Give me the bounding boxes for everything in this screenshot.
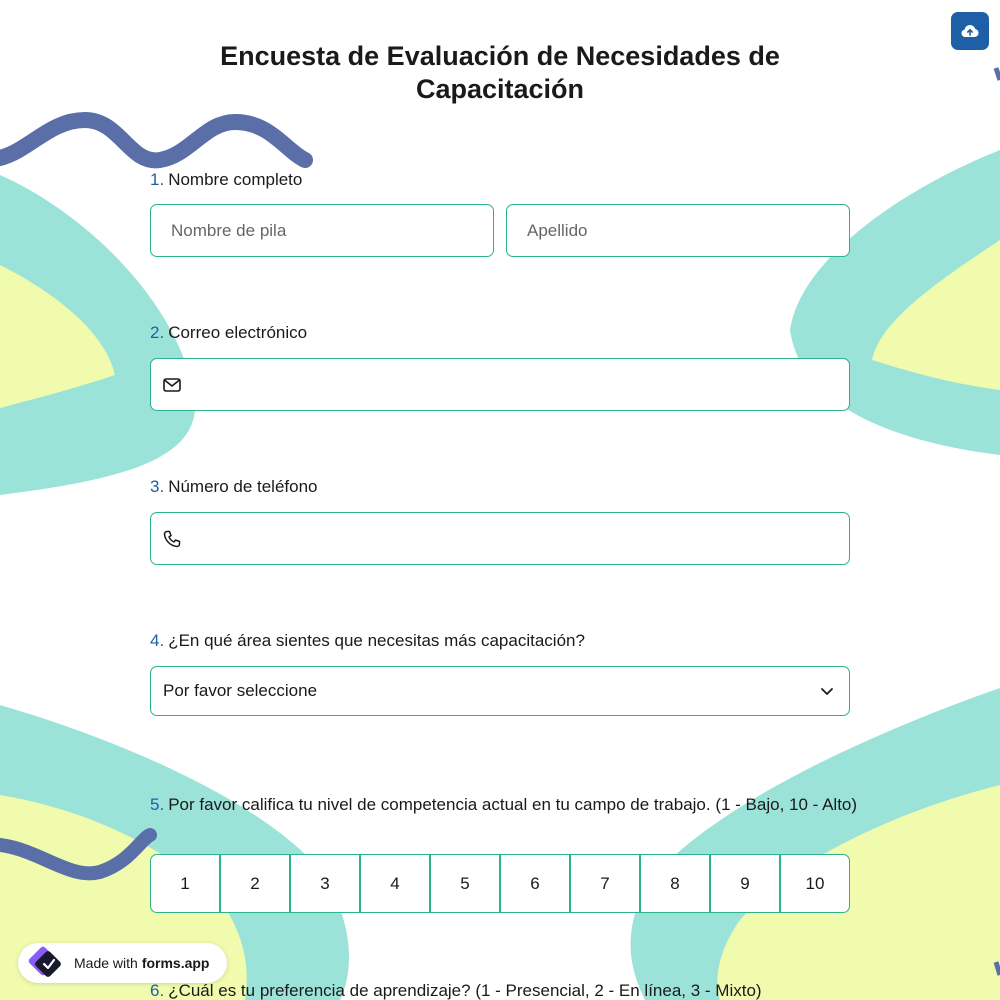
first-name-input[interactable] [151,205,493,256]
last-name-input[interactable] [507,205,849,256]
rating-option-6[interactable]: 6 [501,855,571,912]
rating-option-7[interactable]: 7 [571,855,641,912]
form-title: Encuesta de Evaluación de Necesidades de… [220,41,780,104]
badge-text: Made with forms.app [74,955,210,971]
background-decoration [0,67,1000,1000]
rating-option-9[interactable]: 9 [711,855,781,912]
question-text: ¿Cuál es tu preferencia de aprendizaje? … [168,981,762,1000]
question-4-label: 4. ¿En qué área sientes que necesitas má… [150,628,860,654]
made-with-badge[interactable]: Made with forms.app [18,943,227,983]
question-text: Por favor califica tu nivel de competenc… [168,795,858,814]
question-text: ¿En qué área sientes que necesitas más c… [168,631,585,650]
upload-button[interactable] [951,12,989,50]
question-number: 3. [150,477,165,496]
question-text: Nombre completo [168,170,303,189]
first-name-field[interactable] [150,204,494,257]
email-field[interactable] [150,358,850,411]
phone-field[interactable] [150,512,850,565]
question-3-label: 3. Número de teléfono [150,474,860,500]
phone-icon [151,530,191,548]
badge-prefix: Made with [74,955,138,971]
question-number: 4. [150,631,165,650]
question-text: Correo electrónico [168,323,308,342]
rating-option-3[interactable]: 3 [291,855,361,912]
rating-option-5[interactable]: 5 [431,855,501,912]
select-value: Por favor seleccione [163,681,318,700]
rating-option-2[interactable]: 2 [221,855,291,912]
rating-scale: 1 2 3 4 5 6 7 8 9 10 [150,854,850,913]
cloud-upload-icon [961,25,979,37]
question-2-label: 2. Correo electrónico [150,320,860,346]
question-number: 2. [150,323,165,342]
rating-option-8[interactable]: 8 [641,855,711,912]
chevron-down-icon [805,687,849,696]
envelope-icon [151,377,191,392]
forms-app-logo [26,946,66,980]
rating-option-4[interactable]: 4 [361,855,431,912]
question-1-label: 1. Nombre completo [150,167,860,193]
last-name-field[interactable] [506,204,850,257]
question-5-label: 5. Por favor califica tu nivel de compet… [150,792,860,818]
question-number: 1. [150,170,165,189]
area-select[interactable]: Por favor seleccione [150,666,850,716]
badge-brand: forms.app [141,955,210,971]
rating-option-10[interactable]: 10 [781,855,849,912]
question-text: Número de teléfono [168,477,318,496]
question-number: 5. [150,795,165,814]
phone-input[interactable] [190,513,849,564]
rating-option-1[interactable]: 1 [151,855,221,912]
question-6-label: 6. ¿Cuál es tu preferencia de aprendizaj… [150,978,860,1000]
email-input[interactable] [190,359,849,410]
